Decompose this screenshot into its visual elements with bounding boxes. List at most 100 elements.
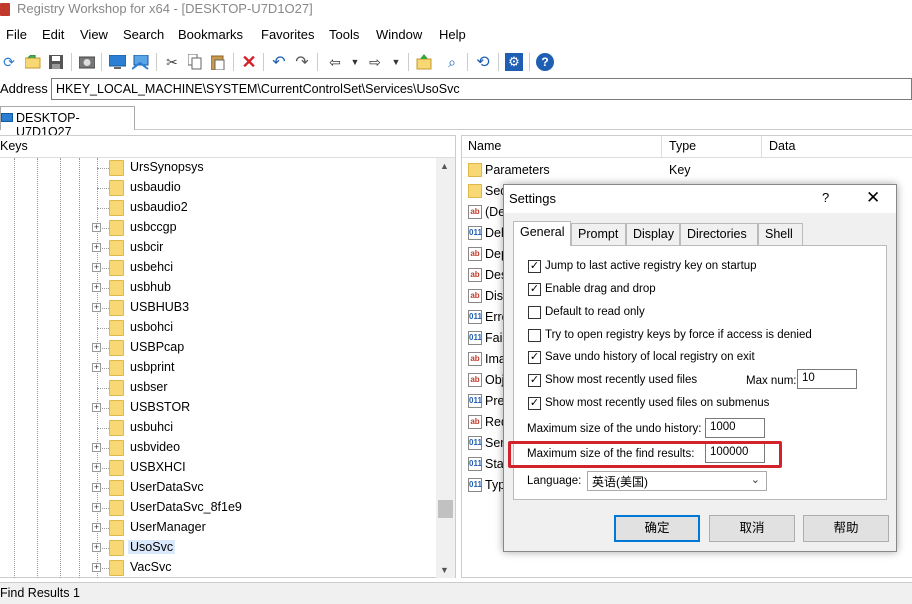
tree-item[interactable]: + UserDataSvc_8f1e9 bbox=[92, 498, 432, 518]
back-dropdown-icon[interactable]: ▼ bbox=[346, 53, 364, 71]
help-button[interactable]: 帮助 bbox=[803, 515, 889, 542]
menu-bookmarks[interactable]: Bookmarks bbox=[178, 27, 243, 42]
expand-icon[interactable]: + bbox=[92, 303, 101, 312]
tree-item[interactable]: + usbhub bbox=[92, 278, 432, 298]
tree-item[interactable]: usbuhci bbox=[92, 418, 432, 438]
menu-search[interactable]: Search bbox=[123, 27, 164, 42]
column-data[interactable]: Data bbox=[769, 139, 795, 153]
checkbox-unchecked-icon[interactable] bbox=[528, 329, 541, 342]
max-num-input[interactable]: 10 bbox=[797, 369, 857, 389]
screenshot-icon[interactable] bbox=[78, 53, 96, 71]
column-divider[interactable] bbox=[761, 136, 762, 158]
tree-item[interactable]: + usbvideo bbox=[92, 438, 432, 458]
keys-scrollbar[interactable]: ▲ ▼ bbox=[436, 158, 455, 578]
export-icon[interactable] bbox=[415, 53, 433, 71]
value-row[interactable]: Parameters Key bbox=[468, 160, 908, 181]
find-icon[interactable]: ⌕ bbox=[443, 53, 461, 71]
scroll-thumb[interactable] bbox=[438, 500, 453, 518]
tab-desktop[interactable]: DESKTOP-U7D1O27 bbox=[0, 106, 135, 139]
help-icon[interactable]: ? bbox=[536, 53, 554, 71]
menu-help[interactable]: Help bbox=[439, 27, 466, 42]
expand-icon[interactable]: + bbox=[92, 543, 101, 552]
tab-display[interactable]: Display bbox=[626, 223, 680, 245]
tree-item[interactable]: usbaudio2 bbox=[92, 198, 432, 218]
expand-icon[interactable]: + bbox=[92, 403, 101, 412]
save-icon[interactable] bbox=[47, 53, 65, 71]
help-icon[interactable]: ? bbox=[822, 190, 829, 205]
back-icon[interactable]: ⇦ bbox=[326, 53, 344, 71]
language-select[interactable]: 英语(美国) ⌄ bbox=[587, 471, 767, 491]
reload-icon[interactable]: ⟲ bbox=[474, 53, 492, 71]
expand-icon[interactable]: + bbox=[92, 263, 101, 272]
tree-item[interactable]: + USBPcap bbox=[92, 338, 432, 358]
forward-icon[interactable]: ⇨ bbox=[366, 53, 384, 71]
option-checkbox[interactable]: ✓ Enable drag and drop bbox=[528, 282, 878, 298]
tab-shell[interactable]: Shell bbox=[758, 223, 803, 245]
tree-item[interactable]: + VacSvc bbox=[92, 558, 432, 578]
column-type[interactable]: Type bbox=[669, 139, 696, 153]
column-name[interactable]: Name bbox=[468, 139, 501, 153]
column-divider[interactable] bbox=[661, 136, 662, 158]
expand-icon[interactable]: + bbox=[92, 463, 101, 472]
expand-icon[interactable]: + bbox=[92, 563, 101, 572]
scroll-down-icon[interactable]: ▼ bbox=[440, 565, 449, 575]
tree-item[interactable]: + USBHUB3 bbox=[92, 298, 432, 318]
copy-icon[interactable] bbox=[186, 53, 204, 71]
tree-item[interactable]: usbaudio bbox=[92, 178, 432, 198]
ok-button[interactable]: 确定 bbox=[614, 515, 700, 542]
redo-icon[interactable]: ↷ bbox=[293, 53, 311, 71]
expand-icon[interactable]: + bbox=[92, 483, 101, 492]
tree-item[interactable]: UrsSynopsys bbox=[92, 158, 432, 178]
computer-icon[interactable] bbox=[108, 53, 126, 71]
settings-icon[interactable]: ⚙ bbox=[505, 53, 523, 71]
undo-history-input[interactable]: 1000 bbox=[705, 418, 765, 438]
cut-icon[interactable]: ✂ bbox=[163, 53, 181, 71]
option-checkbox[interactable]: ✓ Jump to last active registry key on sta… bbox=[528, 259, 878, 275]
expand-icon[interactable]: + bbox=[92, 243, 101, 252]
checkbox-checked-icon[interactable]: ✓ bbox=[528, 351, 541, 364]
expand-icon[interactable]: + bbox=[92, 343, 101, 352]
close-icon[interactable]: ✕ bbox=[866, 188, 880, 208]
open-icon[interactable] bbox=[24, 53, 42, 71]
expand-icon[interactable]: + bbox=[92, 363, 101, 372]
checkbox-checked-icon[interactable]: ✓ bbox=[528, 374, 541, 387]
menu-favorites[interactable]: Favorites bbox=[261, 27, 314, 42]
delete-icon[interactable]: ✕ bbox=[240, 52, 258, 72]
menu-file[interactable]: File bbox=[6, 27, 27, 42]
connect-icon[interactable] bbox=[131, 53, 149, 71]
option-checkbox[interactable]: Try to open registry keys by force if ac… bbox=[528, 328, 878, 344]
expand-icon[interactable]: + bbox=[92, 443, 101, 452]
forward-dropdown-icon[interactable]: ▼ bbox=[387, 53, 405, 71]
checkbox-checked-icon[interactable]: ✓ bbox=[528, 397, 541, 410]
undo-icon[interactable]: ↶ bbox=[270, 53, 288, 71]
option-checkbox[interactable]: Default to read only bbox=[528, 305, 878, 321]
expand-icon[interactable]: + bbox=[92, 503, 101, 512]
menu-tools[interactable]: Tools bbox=[329, 27, 359, 42]
expand-icon[interactable]: + bbox=[92, 523, 101, 532]
address-field[interactable]: HKEY_LOCAL_MACHINE\SYSTEM\CurrentControl… bbox=[51, 78, 912, 100]
tree-item[interactable]: + usbprint bbox=[92, 358, 432, 378]
tree-item[interactable]: usbser bbox=[92, 378, 432, 398]
scroll-up-icon[interactable]: ▲ bbox=[440, 161, 449, 171]
checkbox-checked-icon[interactable]: ✓ bbox=[528, 283, 541, 296]
tree-item[interactable]: + USBSTOR bbox=[92, 398, 432, 418]
refresh-icon[interactable]: ⟳ bbox=[0, 53, 18, 71]
tree-item[interactable]: + UserDataSvc bbox=[92, 478, 432, 498]
tree-item[interactable]: + usbccgp bbox=[92, 218, 432, 238]
checkbox-checked-icon[interactable]: ✓ bbox=[528, 260, 541, 273]
tab-general[interactable]: General bbox=[513, 221, 571, 246]
tree-item[interactable]: + UserManager bbox=[92, 518, 432, 538]
menu-view[interactable]: View bbox=[80, 27, 108, 42]
tree-item[interactable]: + USBXHCI bbox=[92, 458, 432, 478]
cancel-button[interactable]: 取消 bbox=[709, 515, 795, 542]
tree-item[interactable]: + usbcir bbox=[92, 238, 432, 258]
expand-icon[interactable]: + bbox=[92, 283, 101, 292]
tree-item[interactable]: + UsoSvc bbox=[92, 538, 432, 558]
checkbox-unchecked-icon[interactable] bbox=[528, 306, 541, 319]
menu-window[interactable]: Window bbox=[376, 27, 422, 42]
option-checkbox[interactable]: ✓ Save undo history of local registry on … bbox=[528, 350, 878, 366]
menu-edit[interactable]: Edit bbox=[42, 27, 64, 42]
tab-directories[interactable]: Directories bbox=[680, 223, 758, 245]
tree-item[interactable]: + usbehci bbox=[92, 258, 432, 278]
paste-icon[interactable] bbox=[209, 53, 227, 71]
